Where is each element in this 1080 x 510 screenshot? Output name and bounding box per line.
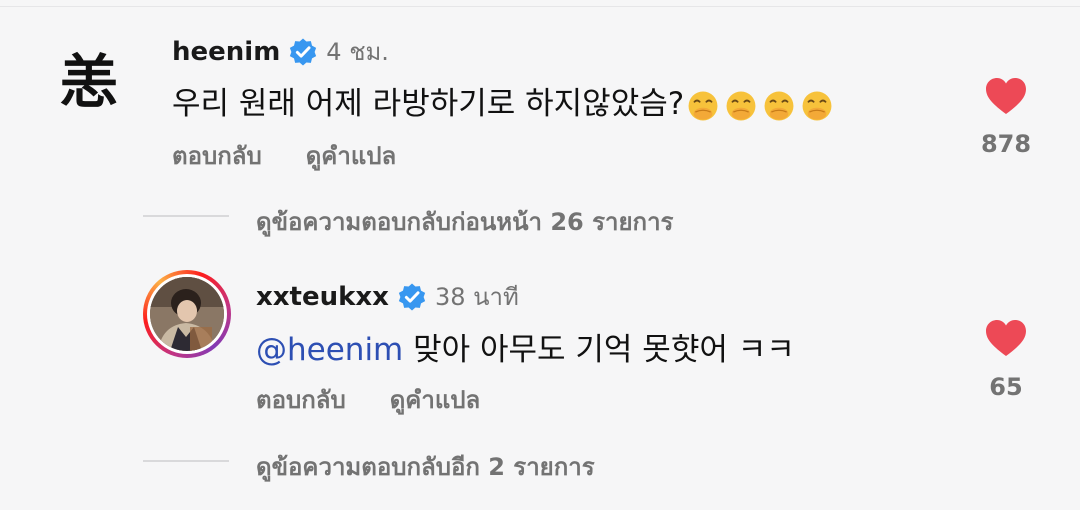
- reply-button[interactable]: ตอบกลับ: [256, 380, 346, 419]
- avatar[interactable]: 恙: [50, 40, 128, 118]
- face-with-hand-over-mouth-icon: [802, 91, 832, 120]
- view-more-replies-button[interactable]: ดูข้อความตอบกลับอีก 2 รายการ: [256, 447, 595, 486]
- reply-actions: ตอบกลับ ดูคำแปล: [256, 380, 480, 419]
- top-divider: [0, 6, 1080, 7]
- reply-header: xxteukxx 38 นาที: [256, 277, 519, 316]
- avatar: [150, 277, 224, 351]
- avatar-glyph: 恙: [60, 48, 118, 116]
- avatar-ring-gap: [147, 274, 227, 354]
- emoji-group: [686, 89, 834, 123]
- see-translation-button[interactable]: ดูคำแปล: [306, 136, 397, 175]
- reply-button[interactable]: ตอบกลับ: [172, 136, 262, 175]
- reply-username[interactable]: xxteukxx: [256, 282, 389, 312]
- story-ring-avatar[interactable]: [143, 270, 231, 358]
- thread-line: [143, 215, 229, 217]
- face-with-hand-over-mouth-icon: [688, 91, 718, 120]
- like-heart-icon[interactable]: [984, 76, 1028, 116]
- see-translation-button[interactable]: ดูคำแปล: [390, 380, 481, 419]
- comment-text: 우리 원래 어제 라방하기로 하지않았슴?: [172, 86, 685, 122]
- like-count: 65: [989, 373, 1023, 401]
- view-previous-replies-button[interactable]: ดูข้อความตอบกลับก่อนหน้า 26 รายการ: [256, 202, 673, 241]
- like-heart-icon[interactable]: [984, 318, 1028, 358]
- comment-header: heenim 4 ชม.: [172, 32, 389, 71]
- verified-badge-icon: [398, 283, 426, 310]
- comment-username[interactable]: heenim: [172, 37, 280, 67]
- mention-link[interactable]: @heenim: [256, 332, 403, 368]
- comment-text-row: 우리 원래 어제 라방하기로 하지않았슴?: [172, 78, 834, 123]
- comment-actions: ตอบกลับ ดูคำแปล: [172, 136, 396, 175]
- reply-text: 맞아 아무도 기억 못햣어 ㅋㅋ: [403, 332, 795, 368]
- like-count: 878: [980, 130, 1032, 158]
- verified-badge-icon: [290, 38, 317, 65]
- comment-timestamp: 4 ชม.: [326, 38, 389, 66]
- thread-line: [143, 460, 229, 462]
- reply-timestamp: 38 นาที: [434, 283, 519, 311]
- face-with-hand-over-mouth-icon: [726, 91, 756, 120]
- calligraphy-logo-avatar: 恙: [60, 48, 118, 116]
- reply-text-row: @heenim 맞아 아무도 기억 못햣어 ㅋㅋ: [256, 324, 795, 369]
- profile-photo: [150, 277, 224, 351]
- face-with-hand-over-mouth-icon: [764, 91, 794, 120]
